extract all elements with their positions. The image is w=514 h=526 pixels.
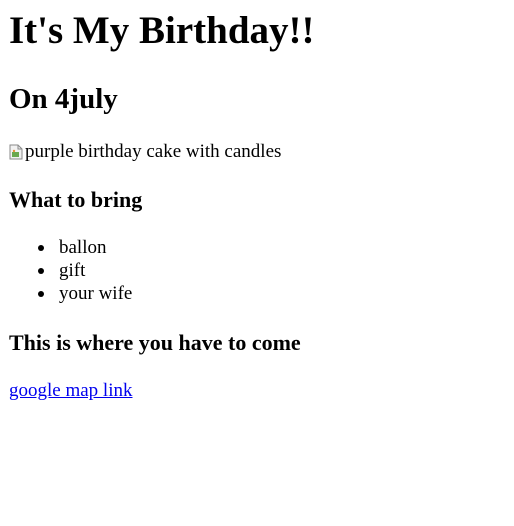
location-heading: This is where you have to come xyxy=(9,330,301,355)
bullet-icon xyxy=(38,268,44,274)
list-item: gift xyxy=(9,259,132,282)
list-item-label: your wife xyxy=(59,283,133,304)
event-date-heading: On 4july xyxy=(9,83,118,115)
bring-list: ballon gift your wife xyxy=(9,236,132,305)
list-item: ballon xyxy=(9,236,132,259)
page-title: It's My Birthday!! xyxy=(9,9,315,52)
page: It's My Birthday!! On 4july purple birth… xyxy=(0,0,514,526)
broken-image-icon xyxy=(9,144,23,160)
bullet-icon xyxy=(38,245,44,251)
google-map-link[interactable]: google map link xyxy=(9,379,132,402)
cake-image: purple birthday cake with candles xyxy=(9,141,281,163)
list-item: your wife xyxy=(9,282,132,305)
bring-heading: What to bring xyxy=(9,187,143,212)
list-item-label: ballon xyxy=(59,237,107,258)
image-alt-text: purple birthday cake with candles xyxy=(25,141,282,162)
list-item-label: gift xyxy=(59,260,86,281)
bullet-icon xyxy=(38,291,44,297)
